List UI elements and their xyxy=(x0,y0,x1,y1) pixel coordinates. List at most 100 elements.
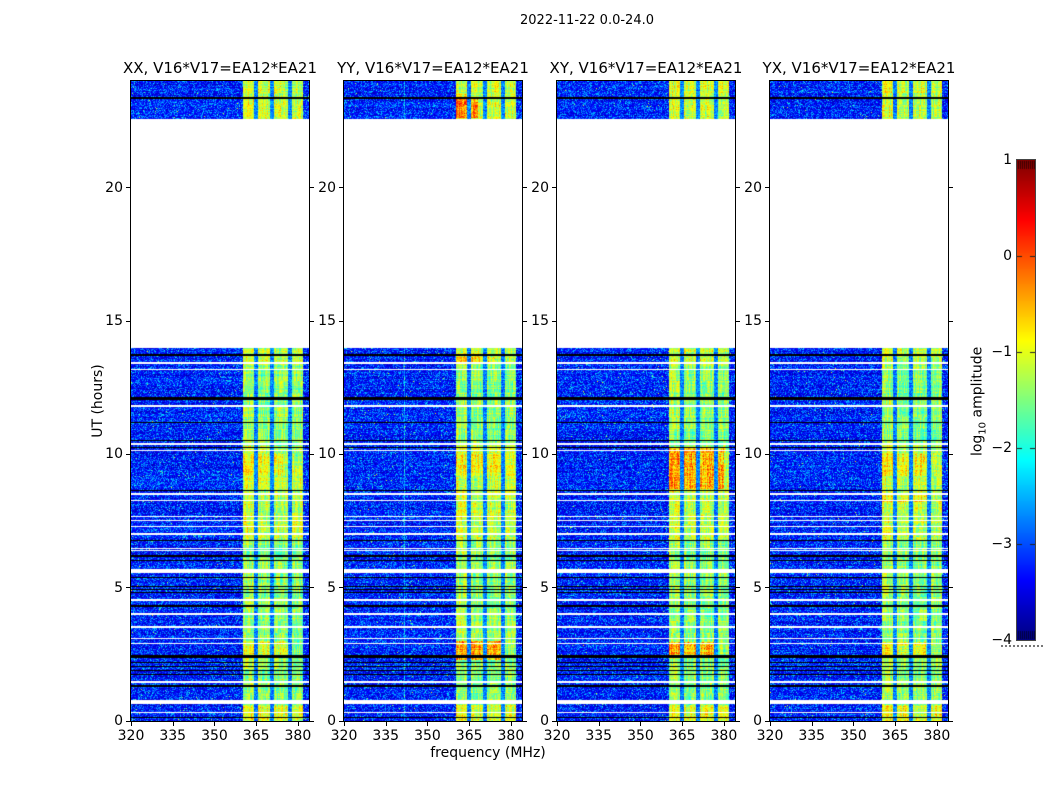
y-tick-mark xyxy=(765,187,769,189)
colorbar xyxy=(1016,159,1036,641)
x-tick-mark xyxy=(853,722,855,726)
y-tick-label: 20 xyxy=(105,179,123,196)
x-tick-mark xyxy=(640,722,642,726)
colorbar-label-sub: 10 xyxy=(977,421,989,435)
x-tick-mark xyxy=(427,722,429,726)
y-tick-mark xyxy=(552,720,556,722)
y-tick-label: 20 xyxy=(744,179,762,196)
colorbar-label-suffix: amplitude xyxy=(969,346,986,422)
y-tick-mark xyxy=(552,587,556,589)
y-tick-label: 5 xyxy=(114,579,123,596)
y-tick-mark xyxy=(339,187,343,189)
y-tick-label: 0 xyxy=(327,713,336,729)
x-tick-mark xyxy=(811,722,813,726)
x-tick-mark xyxy=(469,722,471,726)
y-tick-mark xyxy=(126,453,130,455)
colorbar-tick-label: 0 xyxy=(1003,248,1012,264)
x-tick-label: 320 xyxy=(756,728,784,744)
y-tick-mark xyxy=(949,720,953,722)
y-tick-mark xyxy=(339,720,343,722)
panel-title: YX, V16*V17=EA12*EA21 xyxy=(762,59,956,77)
x-tick-mark xyxy=(385,722,387,726)
y-tick-label: 5 xyxy=(327,579,336,596)
x-tick-mark xyxy=(936,722,938,726)
y-tick-label: 5 xyxy=(753,579,762,596)
y-tick-label: 10 xyxy=(318,446,336,463)
x-tick-label: 350 xyxy=(414,728,441,744)
y-tick-mark xyxy=(339,587,343,589)
y-tick-mark xyxy=(126,187,130,189)
x-tick-label: 350 xyxy=(840,728,867,744)
x-tick-mark xyxy=(682,722,684,726)
x-tick-label: 335 xyxy=(372,728,400,744)
x-tick-mark xyxy=(510,722,512,726)
spectrogram-canvas xyxy=(770,81,948,721)
y-tick-label: 10 xyxy=(531,446,549,463)
y-tick-mark xyxy=(552,453,556,455)
y-tick-label: 15 xyxy=(318,313,336,329)
y-tick-label: 0 xyxy=(114,713,123,729)
colorbar-label-prefix: log xyxy=(969,434,986,457)
x-tick-label: 335 xyxy=(585,728,613,744)
x-tick-label: 335 xyxy=(159,728,187,744)
y-tick-mark xyxy=(126,320,130,322)
x-tick-label: 365 xyxy=(455,728,483,744)
colorbar-tick-label: 1 xyxy=(1003,152,1012,168)
figure-title: 2022-11-22 0.0-24.0 xyxy=(520,13,654,28)
spectrogram-panel xyxy=(556,80,736,722)
colorbar-gradient-canvas xyxy=(1017,160,1035,640)
x-tick-mark xyxy=(770,722,771,726)
x-tick-mark xyxy=(557,722,558,726)
y-tick-mark xyxy=(949,453,953,455)
x-tick-mark xyxy=(131,722,132,726)
x-tick-mark xyxy=(297,722,299,726)
y-tick-mark xyxy=(126,587,130,589)
colorbar-tick-label: −3 xyxy=(991,536,1012,552)
x-tick-label: 365 xyxy=(242,728,270,744)
x-tick-label: 350 xyxy=(201,728,228,744)
x-tick-label: 380 xyxy=(497,728,525,744)
x-tick-label: 335 xyxy=(798,728,826,744)
y-tick-mark xyxy=(552,187,556,189)
panel-title: XX, V16*V17=EA12*EA21 xyxy=(122,59,317,77)
y-tick-label: 0 xyxy=(753,713,762,729)
x-tick-label: 380 xyxy=(710,728,738,744)
y-tick-mark xyxy=(339,320,343,322)
y-tick-mark xyxy=(949,320,953,322)
y-tick-mark xyxy=(949,187,953,189)
y-tick-label: 15 xyxy=(744,313,762,329)
y-tick-label: 20 xyxy=(318,179,336,196)
x-tick-label: 380 xyxy=(923,728,951,744)
y-tick-label: 15 xyxy=(105,313,123,329)
spectrogram-figure: 2022-11-22 0.0-24.0 XX, V16*V17=EA12*EA2… xyxy=(0,0,1050,800)
y-tick-label: 15 xyxy=(531,313,549,329)
panel-title: XY, V16*V17=EA12*EA21 xyxy=(549,59,743,77)
y-tick-mark xyxy=(765,453,769,455)
y-tick-mark xyxy=(765,320,769,322)
x-tick-label: 320 xyxy=(117,728,145,744)
y-tick-mark xyxy=(552,320,556,322)
x-tick-label: 320 xyxy=(543,728,571,744)
y-tick-mark xyxy=(765,587,769,589)
y-tick-label: 0 xyxy=(540,713,549,729)
y-tick-mark xyxy=(339,453,343,455)
colorbar-label: log10 amplitude xyxy=(970,331,989,471)
spectrogram-canvas xyxy=(557,81,735,721)
x-axis-label: frequency (MHz) xyxy=(430,745,546,761)
spectrogram-canvas xyxy=(344,81,522,721)
x-tick-mark xyxy=(256,722,258,726)
y-tick-label: 20 xyxy=(531,179,549,196)
y-tick-mark xyxy=(126,720,130,722)
x-tick-label: 365 xyxy=(668,728,696,744)
x-tick-mark xyxy=(895,722,897,726)
x-tick-label: 365 xyxy=(881,728,909,744)
x-tick-mark xyxy=(214,722,216,726)
x-tick-label: 350 xyxy=(627,728,654,744)
spectrogram-canvas xyxy=(131,81,309,721)
spectrogram-panel xyxy=(343,80,523,722)
x-tick-label: 320 xyxy=(330,728,358,744)
x-tick-mark xyxy=(598,722,600,726)
x-tick-mark xyxy=(723,722,725,726)
spectrogram-panel xyxy=(769,80,949,722)
y-tick-label: 5 xyxy=(540,579,549,596)
